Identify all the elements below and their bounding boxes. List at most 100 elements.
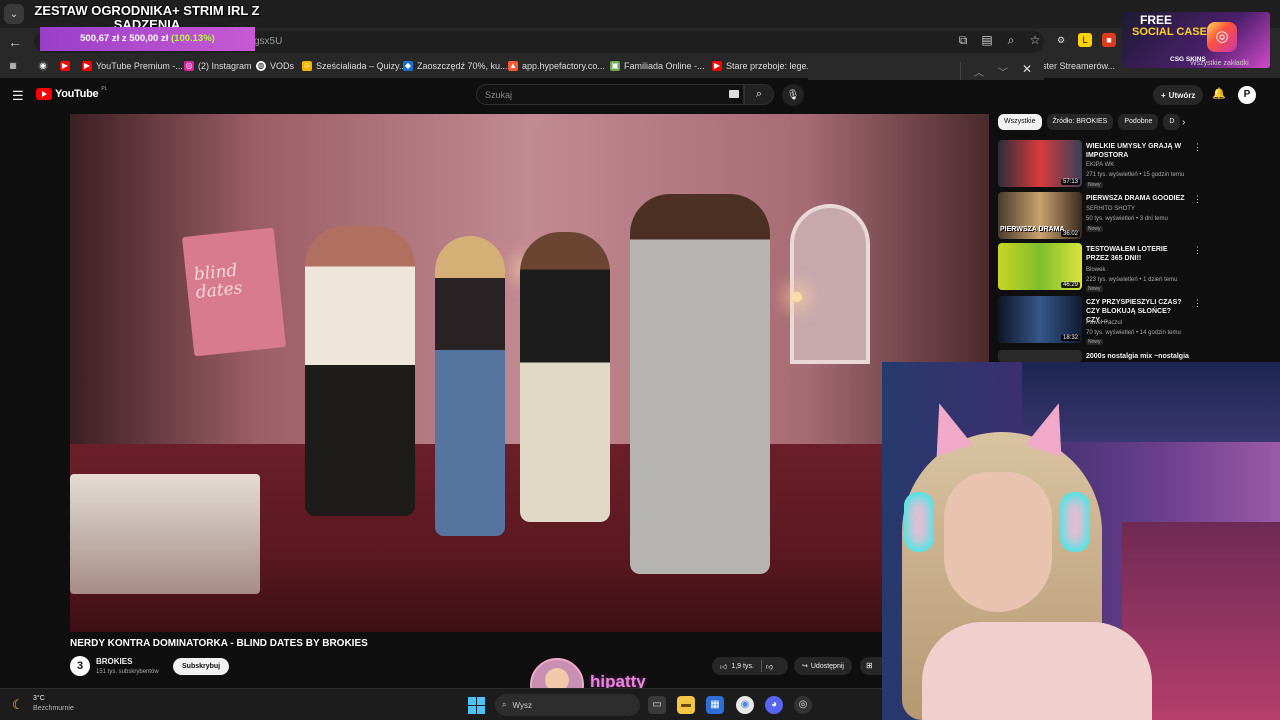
bookmark-familiada[interactable]: ▣ Familiada Online -... [610, 61, 705, 71]
recommendation-item[interactable]: 18:32 CZY PRZYSPIESZYLI CZAS? CZY BLOKUJ… [998, 296, 1268, 346]
reader-icon[interactable]: ▤ [980, 33, 994, 48]
video-duration: 18:32 [1060, 335, 1080, 341]
save-icon: ⊞ [866, 661, 873, 670]
taskbar-search[interactable]: ⌕ Wysz [495, 694, 640, 716]
subscribe-button[interactable]: Subskrybuj [173, 658, 230, 675]
video-scene-lamp [792, 292, 802, 302]
bookmark-zaoszczedz[interactable]: ◆ Zaoszczędź 70%, ku... [403, 61, 508, 71]
back-arrow-icon[interactable]: ← [8, 34, 22, 50]
chevron-down-icon[interactable]: ﹀ [998, 64, 1008, 79]
chip-related[interactable]: Podobne [1118, 114, 1159, 130]
video-thumbnail: PIERWSZA DRAMA 36:02 [998, 192, 1082, 239]
hypefactory-icon: ▲ [508, 61, 518, 71]
more-options-icon[interactable]: ⋮ [1193, 194, 1202, 205]
search-input[interactable] [477, 85, 707, 105]
install-app-icon[interactable]: ⧉ [956, 33, 970, 48]
recommendation-channel: Paweł Paczul [1086, 320, 1123, 326]
youtube-logo[interactable]: YouTube PL [36, 86, 107, 100]
windows-start-icon[interactable] [468, 697, 485, 714]
streamer-webcam [882, 362, 1280, 720]
bookmark-hypefactory[interactable]: ▲ app.hypefactory.co... [508, 61, 605, 71]
video-scene-mirror [790, 204, 870, 364]
recommendation-item[interactable]: PIERWSZA DRAMA 36:02 PIERWSZA DRAMA GOOD… [998, 192, 1268, 242]
moon-icon[interactable]: ☾ [12, 697, 24, 713]
extension-icon[interactable]: L [1078, 33, 1092, 47]
recommendation-chips: Wszystkie Źródło: BROKIES Podobne D [998, 114, 1181, 130]
bookmark-star-icon[interactable]: ☆ [1028, 33, 1042, 48]
webcam-streamer-shirt [922, 622, 1152, 720]
search-button[interactable]: ⌕ [744, 84, 774, 105]
bookmark-icon[interactable]: ▶ [60, 61, 70, 71]
all-bookmarks-label[interactable]: Wszystkie zakładki [1190, 60, 1249, 67]
video-person [520, 232, 610, 522]
share-icon: ↪ [802, 663, 808, 670]
instagram-icon: ◎ [184, 61, 194, 71]
chip-more[interactable]: D [1163, 114, 1181, 130]
weather-description[interactable]: Bezchmurnie [33, 705, 74, 712]
chevron-up-icon[interactable]: ︿ [974, 64, 984, 79]
share-button[interactable]: ↪ Udostępnij [794, 657, 852, 675]
recommendation-channel: EKIPA WK [1086, 162, 1115, 168]
chip-source[interactable]: Źródło: BROKIES [1046, 114, 1114, 130]
close-icon[interactable]: ✕ [1022, 62, 1032, 76]
more-options-icon[interactable]: ⋮ [1193, 245, 1202, 256]
voice-search-button[interactable]: 🎙 [782, 84, 804, 106]
dislike-icon[interactable]: 👎︎ [766, 662, 773, 671]
video-sign-text: blind dates [192, 260, 244, 303]
chrome-icon[interactable]: ◉ [736, 696, 754, 714]
menu-icon[interactable]: ☰ [12, 88, 24, 104]
more-options-icon[interactable]: ⋮ [1193, 298, 1202, 309]
extension-icon[interactable]: ■ [1102, 33, 1116, 47]
new-badge: Nowy [1086, 286, 1103, 292]
channel-avatar[interactable]: 3 [70, 656, 90, 676]
recommendation-title: WIELKIE UMYSŁY GRAJĄ W IMPOSTORA [1086, 143, 1182, 159]
keyboard-icon[interactable] [729, 90, 739, 98]
recommendation-channel: Blowek [1086, 267, 1106, 273]
create-button[interactable]: + Utwórz [1153, 85, 1204, 105]
video-duration: 36:02 [1060, 231, 1080, 237]
tab-search-icon[interactable]: ⌄ [4, 4, 24, 24]
weather-temperature[interactable]: 3°C [33, 695, 45, 702]
like-divider [760, 660, 762, 672]
more-options-icon[interactable]: ⋮ [1193, 142, 1202, 153]
video-title: NERDY KONTRA DOMINATORKA - BLIND DATES B… [70, 638, 368, 649]
recommendation-item[interactable]: 46:29 TESTOWAŁEM LOTERIE PRZEZ 365 DNI!!… [998, 243, 1268, 293]
video-thumbnail [998, 350, 1082, 362]
video-player[interactable]: blind dates [70, 114, 989, 632]
chevron-right-icon[interactable]: › [1182, 117, 1185, 128]
bookmark-youtube-premium[interactable]: ▶ YouTube Premium -... [82, 61, 183, 71]
obs-icon[interactable]: ◎ [794, 696, 812, 714]
notifications-bell-icon[interactable]: 🔔 [1212, 87, 1226, 100]
youtube-wordmark: YouTube [55, 88, 99, 100]
bookmark-streamerow[interactable]: ster Streamerów... [1042, 61, 1115, 71]
apps-grid-icon[interactable]: ▦ [8, 61, 18, 71]
bookmark-instagram[interactable]: ◎ (2) Instagram [184, 61, 252, 71]
recommendation-item[interactable]: 2000s nostalgia mix ~nostalgia [998, 350, 1268, 362]
recommendation-meta: 271 tys. wyświetleń • 15 godzin temu [1086, 172, 1185, 178]
file-explorer-icon[interactable]: ▬ [677, 696, 695, 714]
like-count[interactable]: 1,9 tys. [731, 663, 754, 670]
video-scene-sign: blind dates [181, 227, 287, 357]
search-icon: ⌕ [755, 88, 763, 100]
bookmark-szescialiada[interactable]: ☺ Sześcialiada – Quizy... [302, 61, 406, 71]
chip-all[interactable]: Wszystkie [998, 114, 1042, 130]
bookmark-stare-przeboje[interactable]: ▶ Stare przeboje: lege... [712, 61, 814, 71]
store-icon[interactable]: ▦ [706, 696, 724, 714]
video-person [435, 236, 505, 536]
extension-icons: ⚙ L ■ [1054, 33, 1116, 47]
bookmark-vods[interactable]: ◍ VODs [256, 61, 294, 71]
search-box [476, 84, 744, 105]
bookmark-icon[interactable]: ◉ [38, 61, 48, 71]
extension-icon[interactable]: ⚙ [1054, 33, 1068, 47]
discord-icon[interactable]: ◕ [765, 696, 783, 714]
account-avatar[interactable]: P [1238, 86, 1256, 104]
zoom-icon[interactable]: ⌕ [1004, 33, 1018, 48]
like-icon[interactable]: 👍︎ [720, 662, 727, 671]
task-view-icon[interactable]: ▭ [648, 696, 666, 714]
headphone-icon [904, 492, 934, 552]
recommendation-title: PIERWSZA DRAMA GOODIEZ [1086, 195, 1185, 202]
new-badge: Nowy [1086, 226, 1103, 232]
headphone-icon [1060, 492, 1090, 552]
recommendation-item[interactable]: 57:13 WIELKIE UMYSŁY GRAJĄ W IMPOSTORA E… [998, 140, 1268, 190]
channel-name[interactable]: BROKIES [96, 657, 132, 666]
